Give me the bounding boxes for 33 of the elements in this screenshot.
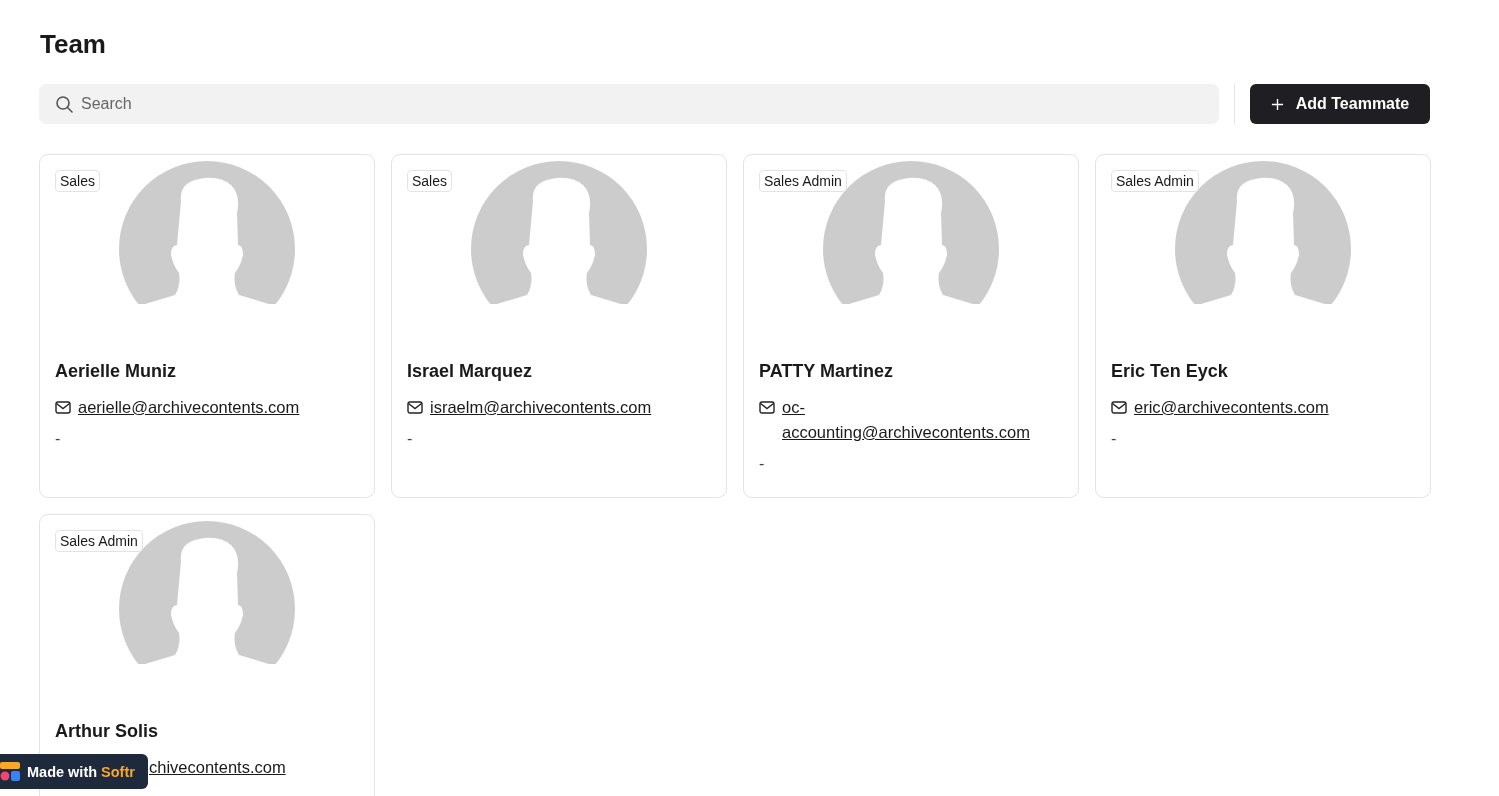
member-name: Arthur Solis	[55, 720, 159, 743]
member-name: Aerielle Muniz	[55, 360, 178, 383]
search-field[interactable]: Search	[39, 84, 1219, 124]
note-text: -	[407, 430, 414, 448]
email-link[interactable]: eric@archivecontents.com	[1134, 395, 1329, 420]
member-name: PATTY Martinez	[759, 360, 894, 383]
role-tag: Sales	[55, 170, 101, 192]
made-with-badge[interactable]: Made with Softr	[0, 754, 148, 789]
mail-icon	[1111, 400, 1127, 415]
member-name: Eric Ten Eyck	[1111, 360, 1229, 383]
member-card[interactable]: Sales Israel Marquez israelm@archivecontents.com -	[391, 154, 727, 498]
role-tag: Sales Admin	[55, 530, 143, 552]
note-text: -	[759, 455, 766, 473]
note-text: -	[55, 430, 62, 448]
member-card[interactable]: Sales Aerielle Muniz aerielle@archivecontents.com -	[39, 154, 375, 498]
mail-icon	[759, 400, 775, 415]
add-teammate-button[interactable]: Add Teammate	[1250, 84, 1430, 124]
email-link[interactable]: aerielle@archivecontents.com	[78, 395, 300, 420]
mail-icon	[55, 400, 71, 415]
member-name: Israel Marquez	[407, 360, 534, 383]
email-link[interactable]: israelm@archivecontents.com	[430, 395, 652, 420]
mail-icon	[407, 400, 423, 415]
note-text: -	[1111, 430, 1118, 448]
email-link[interactable]: oc-accounting@archivecontents.com	[782, 395, 1044, 445]
logo-icon	[0, 762, 20, 781]
page-title: Team	[40, 28, 107, 60]
member-card[interactable]: Sales Admin PATTY Martinez oc-accounting@archivecontents.com -	[743, 154, 1079, 498]
member-card[interactable]: Sales Admin Eric Ten Eyck eric@archivecontents.com -	[1095, 154, 1431, 498]
role-tag: Sales Admin	[1111, 170, 1199, 192]
plus-icon	[1270, 97, 1284, 111]
role-tag: Sales Admin	[759, 170, 847, 192]
role-tag: Sales	[407, 170, 453, 192]
email-link[interactable]: chivecontents.com	[149, 755, 286, 780]
